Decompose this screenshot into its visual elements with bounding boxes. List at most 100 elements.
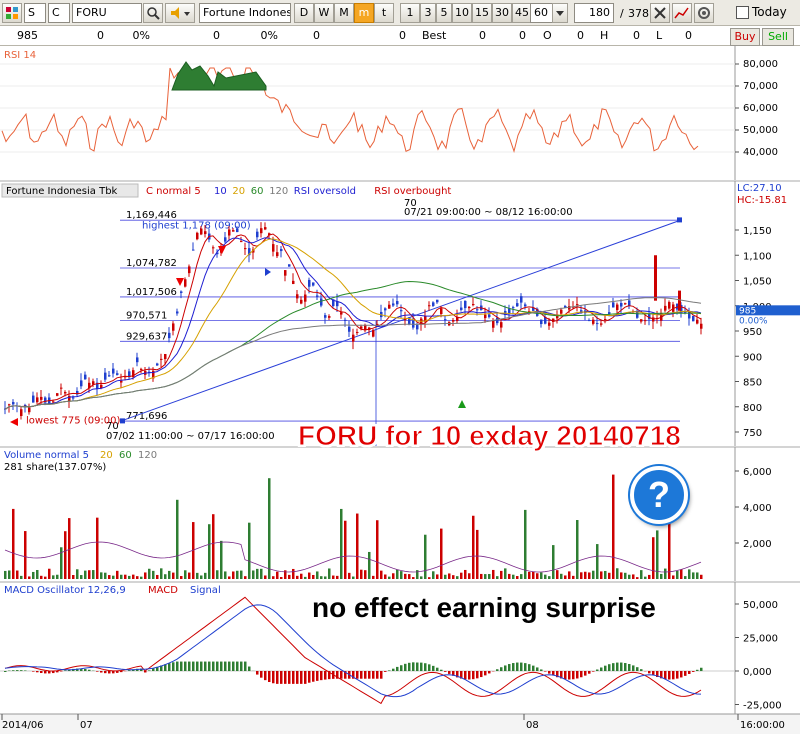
volume-bar <box>600 571 603 579</box>
volume-bar <box>144 572 147 579</box>
macd-legend: MACD <box>148 585 178 596</box>
macd-histogram-bar <box>64 670 67 671</box>
macd-histogram-bar <box>88 669 91 671</box>
volume-bar <box>300 573 303 579</box>
volume-bar <box>324 576 327 579</box>
volume-bar <box>420 576 423 579</box>
company-name-field[interactable]: Fortune Indones <box>199 3 291 23</box>
fib-level-label: 970,571 <box>126 311 167 322</box>
open-label: O <box>543 29 552 42</box>
today-checkbox[interactable]: Today <box>736 5 787 19</box>
x-axis <box>0 714 800 734</box>
candle-body <box>168 332 171 339</box>
sell-button[interactable]: Sell <box>762 28 794 46</box>
macd-histogram-bar <box>548 671 551 674</box>
price-tick-label: 950 <box>743 327 762 338</box>
candle-body <box>520 296 523 303</box>
macd-histogram-bar <box>524 663 527 671</box>
lc-label: LC:27.10 <box>737 183 782 194</box>
volume-bar <box>500 570 503 579</box>
bar-count-input[interactable]: 180 <box>574 3 614 23</box>
candle-body <box>300 299 303 304</box>
macd-histogram-bar <box>100 671 103 673</box>
candle-body <box>276 252 279 257</box>
macd-histogram-bar <box>228 661 231 671</box>
candle-body <box>588 320 591 322</box>
candle-body <box>488 314 491 318</box>
volume-bar <box>396 569 399 579</box>
chart-area[interactable]: RSI 14 80,000 70,000 60,000 50,000 40,000 Fort… <box>0 46 800 734</box>
candle-body <box>296 294 299 299</box>
interval-button-5[interactable]: 5 <box>436 3 452 23</box>
macd-histogram-bar <box>436 667 439 671</box>
macd-histogram-bar <box>128 670 131 671</box>
grid-icon[interactable] <box>2 3 22 23</box>
period-select[interactable]: S <box>24 3 46 23</box>
interval-button-m[interactable]: m <box>354 3 374 23</box>
volume-bar <box>564 575 567 579</box>
volume-bar <box>372 575 375 579</box>
volume-bar <box>680 569 683 579</box>
help-icon[interactable]: ? <box>630 466 688 524</box>
macd-histogram-bar <box>700 667 703 671</box>
interval-button-10[interactable]: 10 <box>452 3 472 23</box>
volume-bar <box>296 575 299 579</box>
volume-bar <box>176 499 179 579</box>
ticker-input[interactable]: FORU <box>72 3 142 23</box>
candle-body <box>416 325 419 330</box>
macd-histogram-bar <box>244 661 247 671</box>
candle-body <box>28 407 31 413</box>
buy-button[interactable]: Buy <box>730 28 760 46</box>
cross-icon[interactable] <box>650 3 670 23</box>
interval-button-t[interactable]: t <box>374 3 394 23</box>
interval-button-D[interactable]: D <box>294 3 314 23</box>
volume-ma-label: 20 <box>100 450 113 461</box>
macd-histogram-bar <box>432 665 435 671</box>
macd-histogram-bar <box>696 669 699 671</box>
volume-bar <box>256 568 259 579</box>
candle-body <box>104 372 107 380</box>
candle-body <box>324 315 327 318</box>
candle-body <box>156 363 159 366</box>
candle-body <box>696 319 699 324</box>
volume-bar <box>632 574 635 579</box>
macd-histogram-bar <box>240 661 243 671</box>
speaker-icon[interactable] <box>165 3 195 23</box>
volume-bar <box>520 574 523 579</box>
macd-histogram-bar <box>412 662 415 671</box>
interval-button-W[interactable]: W <box>314 3 334 23</box>
volume-bar <box>388 576 391 579</box>
macd-histogram-bar <box>612 663 615 671</box>
macd-histogram-bar <box>608 664 611 671</box>
volume-bar <box>536 573 539 579</box>
volume-bar <box>464 569 467 579</box>
settings-icon[interactable] <box>694 3 714 23</box>
volume-bar <box>148 568 151 579</box>
volume-bar <box>248 522 251 579</box>
interval-button-3[interactable]: 3 <box>420 3 436 23</box>
macd-histogram-bar <box>544 671 547 672</box>
interval-button-M[interactable]: M <box>334 3 354 23</box>
macd-histogram-bar <box>260 671 263 678</box>
type-select[interactable]: C <box>48 3 70 23</box>
candle-body <box>540 319 543 325</box>
volume-bar <box>576 520 579 579</box>
macd-histogram-bar <box>360 671 363 679</box>
chart-icon[interactable] <box>672 3 692 23</box>
candle-body <box>232 230 235 232</box>
interval-button-1[interactable]: 1 <box>400 3 420 23</box>
interval-button-15[interactable]: 15 <box>472 3 492 23</box>
checkbox-box[interactable] <box>736 6 749 19</box>
volume-bar <box>612 474 615 579</box>
candle-body <box>36 397 39 403</box>
interval-button-30[interactable]: 30 <box>492 3 512 23</box>
total-bars: 378 <box>628 7 649 20</box>
candle-body <box>604 318 607 320</box>
candle-body <box>180 291 183 293</box>
search-icon[interactable] <box>143 3 163 23</box>
chevron-down-icon[interactable] <box>552 3 568 23</box>
best-label: Best <box>422 29 447 42</box>
candle-body <box>52 401 55 403</box>
macd-histogram-bar <box>584 671 587 676</box>
interval-button-45[interactable]: 45 <box>512 3 532 23</box>
